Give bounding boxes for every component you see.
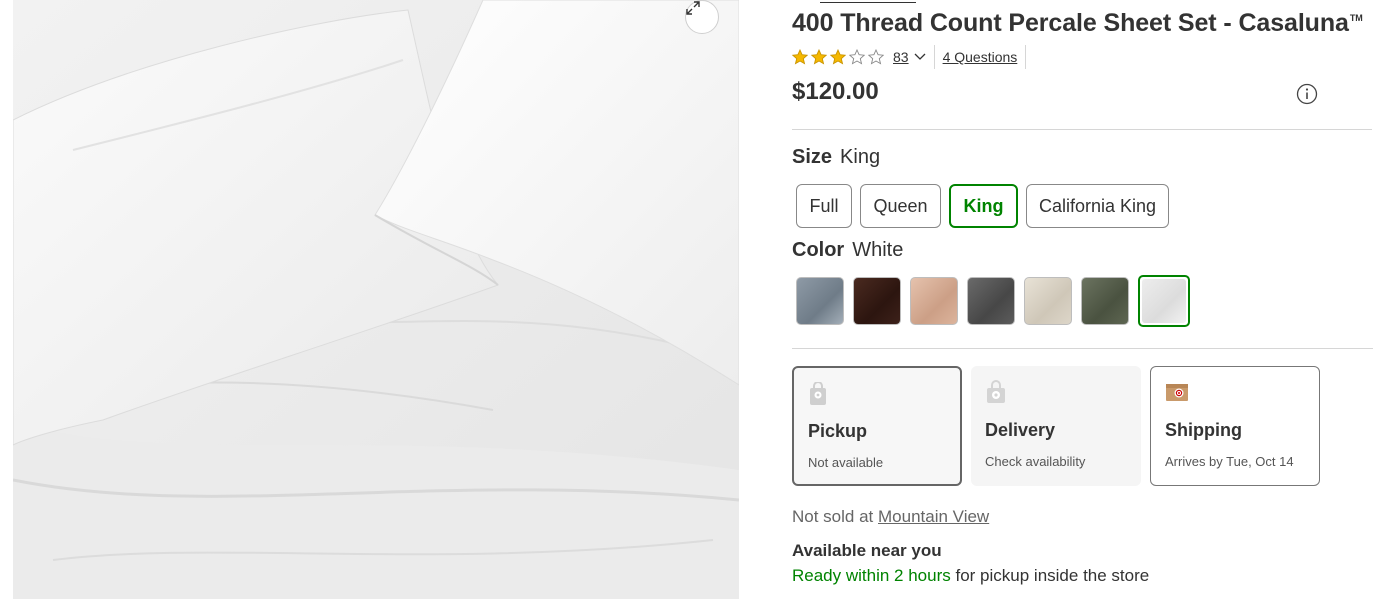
swatch-white[interactable] [1138,275,1190,327]
rating-row: 83 4 Questions [792,45,1027,69]
brand-link[interactable] [820,0,916,3]
delivery-title: Delivery [985,420,1056,440]
bedding-photo [13,0,739,599]
pickup-status: Not available [808,455,884,470]
color-label: Color [792,239,845,261]
ready-detail: for pickup inside the store [955,566,1150,585]
star-filled-icon [830,49,846,65]
price: $120.00 [792,78,879,105]
chevron-down-icon[interactable] [914,53,926,61]
divider [933,45,935,69]
star-filled-icon [811,49,827,65]
size-option-king[interactable]: King [949,184,1018,228]
swatch-blue-gray[interactable] [796,277,844,325]
size-option-queen[interactable]: Queen [860,184,941,228]
shipping-option[interactable]: Shipping Arrives by Tue, Oct 14 [1150,366,1320,486]
shipping-status: Arrives by Tue, Oct 14 [1165,454,1294,469]
info-icon[interactable] [1296,83,1318,105]
selected-color: White [852,239,904,261]
store-availability: Not sold at Mountain View [792,507,989,527]
not-sold-text: Not sold at [792,507,874,526]
delivery-option[interactable]: Delivery Check availability [971,366,1141,486]
shipping-box-icon [1166,384,1188,401]
pickup-option[interactable]: Pickup Not available [792,366,962,486]
star-filled-icon [792,49,808,65]
swatch-blush[interactable] [910,277,958,325]
delivery-status: Check availability [985,454,1086,469]
size-label-row: Size King [792,146,880,169]
available-near-heading: Available near you [792,541,942,560]
star-rating[interactable] [792,49,887,65]
store-link[interactable]: Mountain View [878,507,989,526]
size-label: Size [792,146,833,168]
store-pickup-icon [810,382,826,405]
star-empty-icon [849,49,865,65]
expand-icon [686,1,700,15]
delivery-bag-icon [987,380,1005,403]
swatch-charcoal[interactable] [967,277,1015,325]
swatch-cream[interactable] [1024,277,1072,325]
star-empty-icon [868,49,884,65]
size-option-full[interactable]: Full [796,184,852,228]
swatch-olive[interactable] [1081,277,1129,325]
color-label-row: Color White [792,239,903,262]
ready-time: Ready within 2 hours [792,566,951,585]
selected-size: King [840,146,881,168]
pickup-readiness: Ready within 2 hours for pickup inside t… [792,566,1149,586]
pickup-title: Pickup [808,421,868,441]
size-option-california-king[interactable]: California King [1026,184,1169,228]
product-image[interactable] [13,0,739,599]
shipping-title: Shipping [1165,420,1242,440]
questions-link[interactable]: 4 Questions [943,49,1018,65]
divider [792,348,1373,349]
rating-count-link[interactable]: 83 [893,49,909,65]
product-title: 400 Thread Count Percale Sheet Set - Cas… [792,9,1363,37]
zoom-button[interactable] [685,0,719,34]
divider [1025,45,1027,69]
swatch-dark-brown[interactable] [853,277,901,325]
divider [792,129,1372,130]
